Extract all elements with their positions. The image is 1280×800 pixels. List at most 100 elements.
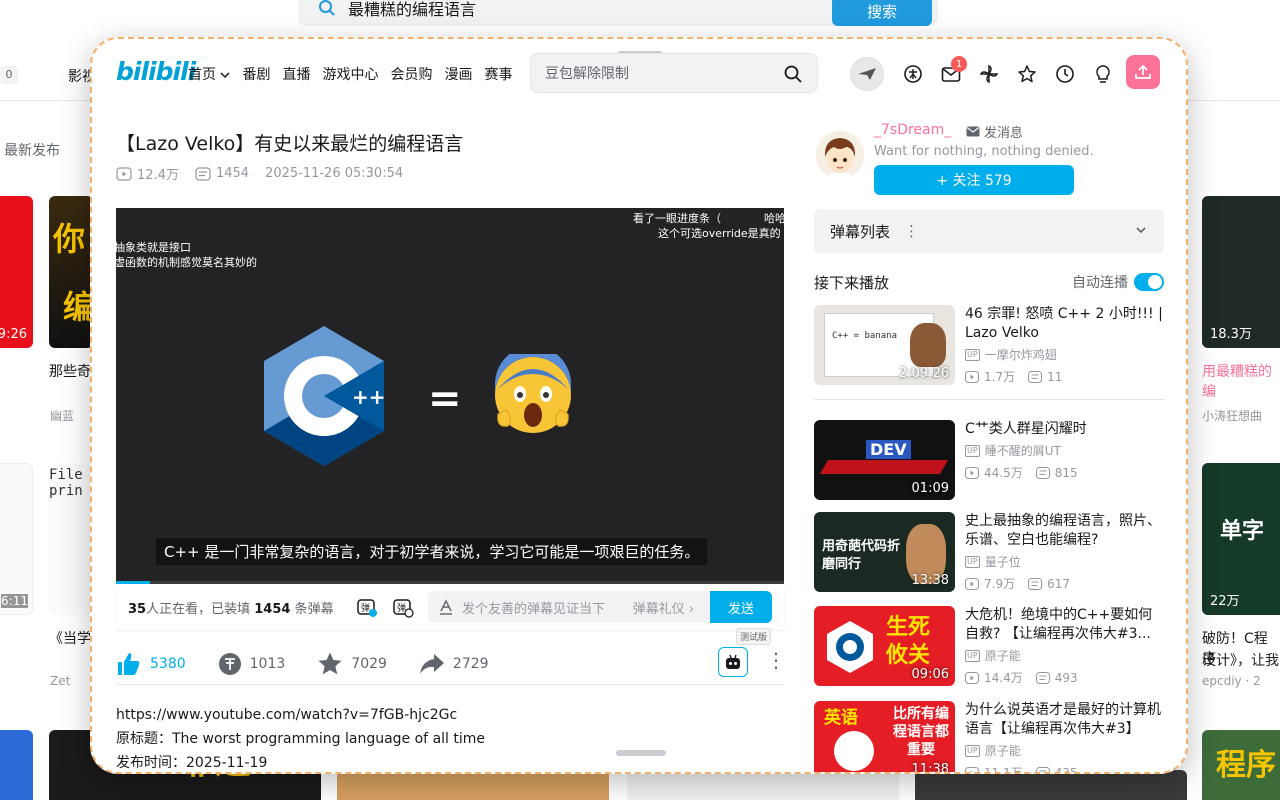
text-style-icon[interactable] bbox=[438, 599, 454, 615]
history-icon-button[interactable] bbox=[1046, 55, 1084, 93]
recommended-thumbnail[interactable]: 生死攸关 09:06 bbox=[814, 606, 955, 686]
recommended-title[interactable]: 史上最抽象的编程语言，照片、乐谱、空白也能编程? bbox=[965, 512, 1165, 550]
background-thumb[interactable]: 6:11 bbox=[0, 463, 33, 615]
play-count-icon bbox=[965, 671, 979, 684]
danmaku-etiquette-link[interactable]: 弹幕礼仪 › bbox=[633, 598, 694, 617]
background-thumb[interactable] bbox=[627, 770, 899, 800]
chevron-down-icon[interactable] bbox=[1134, 223, 1148, 237]
recommended-thumbnail[interactable]: C++ = banana 2:09:26 bbox=[814, 305, 955, 385]
danmaku-count-icon bbox=[195, 166, 211, 181]
messages-icon-button[interactable]: 1 bbox=[932, 55, 970, 93]
upload-icon bbox=[1135, 64, 1151, 79]
uploader-name[interactable]: _7sDream_ bbox=[874, 122, 951, 138]
video-player[interactable]: 看了一眼进度条（ 哈哈 这个可选override是真的 抽象类就是接口 虚函数的… bbox=[116, 208, 784, 584]
recommended-video[interactable]: 用奇葩代码折磨同行 13:38 史上最抽象的编程语言，照片、乐谱、空白也能编程?… bbox=[814, 512, 1164, 594]
background-search-bar[interactable]: 最糟糕的编程语言 搜索 bbox=[298, 0, 938, 26]
dynamic-icon-button[interactable] bbox=[970, 55, 1008, 93]
background-caption[interactable]: 那些奇 bbox=[49, 361, 91, 381]
premium-icon-button[interactable] bbox=[894, 55, 932, 93]
danmaku-count-icon bbox=[1035, 671, 1050, 684]
ai-assistant-button[interactable] bbox=[718, 647, 748, 677]
background-caption[interactable]: 用最糟糕的编 bbox=[1202, 361, 1280, 401]
recommended-thumbnail[interactable]: DEV 01:09 bbox=[814, 420, 955, 500]
bilibili-logo[interactable]: bilibili bbox=[116, 57, 196, 86]
recommended-thumbnail[interactable]: 用奇葩代码折磨同行 13:38 bbox=[814, 512, 955, 592]
search-input[interactable]: 豆包解除限制 bbox=[530, 53, 818, 93]
play-count-icon bbox=[965, 766, 979, 772]
background-search-button[interactable]: 搜索 bbox=[832, 0, 932, 26]
background-caption[interactable]: 《当学 bbox=[49, 628, 91, 648]
danmaku-count-icon bbox=[1035, 766, 1050, 772]
danmaku-list-menu-icon[interactable]: ⋮ bbox=[904, 222, 919, 240]
search-placeholder: 豆包解除限制 bbox=[545, 66, 629, 82]
creation-icon-button[interactable] bbox=[1084, 55, 1122, 93]
danmaku-toggle-icon[interactable]: 弹 bbox=[356, 596, 378, 618]
recommended-author[interactable]: UP 一摩尔炸鸡翅 bbox=[965, 346, 1057, 363]
recommended-thumbnail[interactable]: 英语 比所有编程语言都重要 11:38 bbox=[814, 701, 955, 774]
lightbulb-icon bbox=[1096, 65, 1110, 83]
nav-home[interactable]: 首页 bbox=[188, 64, 230, 84]
recommended-title[interactable]: 为什么说英语才是最好的计算机语言【让编程再次伟大#3】 bbox=[965, 701, 1165, 739]
upload-button[interactable] bbox=[1126, 55, 1160, 89]
follow-button[interactable]: + 关注 579 bbox=[874, 165, 1074, 195]
danmaku-settings-icon[interactable]: 弹 bbox=[392, 596, 414, 618]
search-icon bbox=[319, 0, 335, 16]
description-link[interactable]: https://www.youtube.com/watch?v=7fGB-hjc… bbox=[116, 703, 485, 727]
nav-manga[interactable]: 漫画 bbox=[444, 64, 472, 84]
recommended-title[interactable]: C艹类人群星闪耀时 bbox=[965, 420, 1165, 439]
background-author[interactable]: Zet bbox=[50, 674, 70, 688]
recommended-author[interactable]: UP 量子位 bbox=[965, 553, 1021, 570]
recommended-author[interactable]: UP 睡不醒的屑UT bbox=[965, 442, 1061, 459]
recommended-author[interactable]: UP 原子能 bbox=[965, 647, 1021, 664]
recommended-title[interactable]: 大危机！绝境中的C++要如何自救? 【让编程再次伟大#3... bbox=[965, 606, 1165, 644]
watching-info: 35人正在看，已装填 1454 条弹幕 bbox=[128, 601, 334, 617]
nav-mall[interactable]: 会员购 bbox=[390, 64, 432, 84]
background-author[interactable]: 小涛狂想曲 bbox=[1202, 407, 1262, 424]
uploader-avatar[interactable] bbox=[816, 131, 864, 179]
recommended-author[interactable]: UP 原子能 bbox=[965, 742, 1021, 759]
video-duration: 11:38 bbox=[911, 762, 949, 774]
background-thumb[interactable]: 18.3万 bbox=[1202, 196, 1280, 348]
favorite-button[interactable]: 7029 bbox=[317, 651, 387, 677]
user-avatar[interactable] bbox=[850, 57, 884, 91]
danmaku-input-placeholder: 发个友善的弹幕见证当下 bbox=[462, 601, 606, 617]
background-thumb[interactable] bbox=[0, 730, 33, 800]
background-thumb[interactable]: File prin bbox=[49, 463, 93, 615]
recommended-video[interactable]: DEV 01:09 C艹类人群星闪耀时 UP 睡不醒的屑UT 44.5万 815 bbox=[814, 420, 1164, 502]
bottom-drag-handle[interactable] bbox=[616, 750, 666, 756]
svg-text:++: ++ bbox=[352, 385, 386, 409]
background-thumb[interactable] bbox=[337, 770, 609, 800]
background-views: 18.3万 bbox=[1210, 327, 1252, 342]
coin-button[interactable]: 1013 bbox=[218, 652, 285, 676]
background-author[interactable]: epcdiy · 2 bbox=[1202, 674, 1261, 688]
share-button[interactable]: 2729 bbox=[419, 652, 489, 676]
background-thumb[interactable]: 程序 bbox=[1202, 730, 1280, 800]
send-message-button[interactable]: 发消息 bbox=[966, 122, 1023, 141]
background-thumb[interactable] bbox=[915, 770, 1187, 800]
recommended-video[interactable]: 英语 比所有编程语言都重要 11:38 为什么说英语才是最好的计算机语言【让编程… bbox=[814, 701, 1165, 774]
background-caption[interactable]: 设计》，让我 bbox=[1202, 650, 1279, 670]
nav-anime[interactable]: 番剧 bbox=[242, 64, 270, 84]
search-icon[interactable] bbox=[783, 64, 803, 84]
background-thumb[interactable]: 单字 22万 bbox=[1202, 463, 1280, 615]
nav-esports[interactable]: 赛事 bbox=[484, 64, 512, 84]
background-latest-tab[interactable]: 最新发布 bbox=[4, 140, 60, 160]
more-options-icon[interactable]: ⋮ bbox=[766, 648, 786, 672]
danmaku-input[interactable]: 发个友善的弹幕见证当下 弹幕礼仪 › 发送 bbox=[428, 591, 772, 623]
video-description: https://www.youtube.com/watch?v=7fGB-hjc… bbox=[116, 703, 485, 772]
recommended-video[interactable]: C++ = banana 2:09:26 46 宗罪! 怒喷 C++ 2 小时!… bbox=[814, 305, 1164, 387]
background-author[interactable]: 幽蓝 bbox=[50, 407, 74, 424]
nav-live[interactable]: 直播 bbox=[282, 64, 310, 84]
danmaku-list-panel[interactable]: 弹幕列表 ⋮ bbox=[814, 209, 1164, 253]
autoplay-control[interactable]: 自动连播 bbox=[1072, 272, 1164, 292]
video-duration: 09:06 bbox=[911, 667, 949, 682]
like-button[interactable]: 5380 bbox=[116, 651, 186, 677]
background-thumb[interactable]: 你 编 bbox=[49, 196, 93, 348]
recommended-title[interactable]: 46 宗罪! 怒喷 C++ 2 小时!!! | Lazo Velko bbox=[965, 305, 1165, 343]
send-danmaku-button[interactable]: 发送 bbox=[710, 591, 772, 623]
autoplay-toggle[interactable] bbox=[1134, 273, 1164, 291]
nav-game-center[interactable]: 游戏中心 bbox=[322, 64, 378, 84]
background-thumb[interactable]: 9:26 bbox=[0, 196, 33, 348]
recommended-video[interactable]: 生死攸关 09:06 大危机！绝境中的C++要如何自救? 【让编程再次伟大#3.… bbox=[814, 606, 1164, 688]
favorites-icon-button[interactable] bbox=[1008, 55, 1046, 93]
